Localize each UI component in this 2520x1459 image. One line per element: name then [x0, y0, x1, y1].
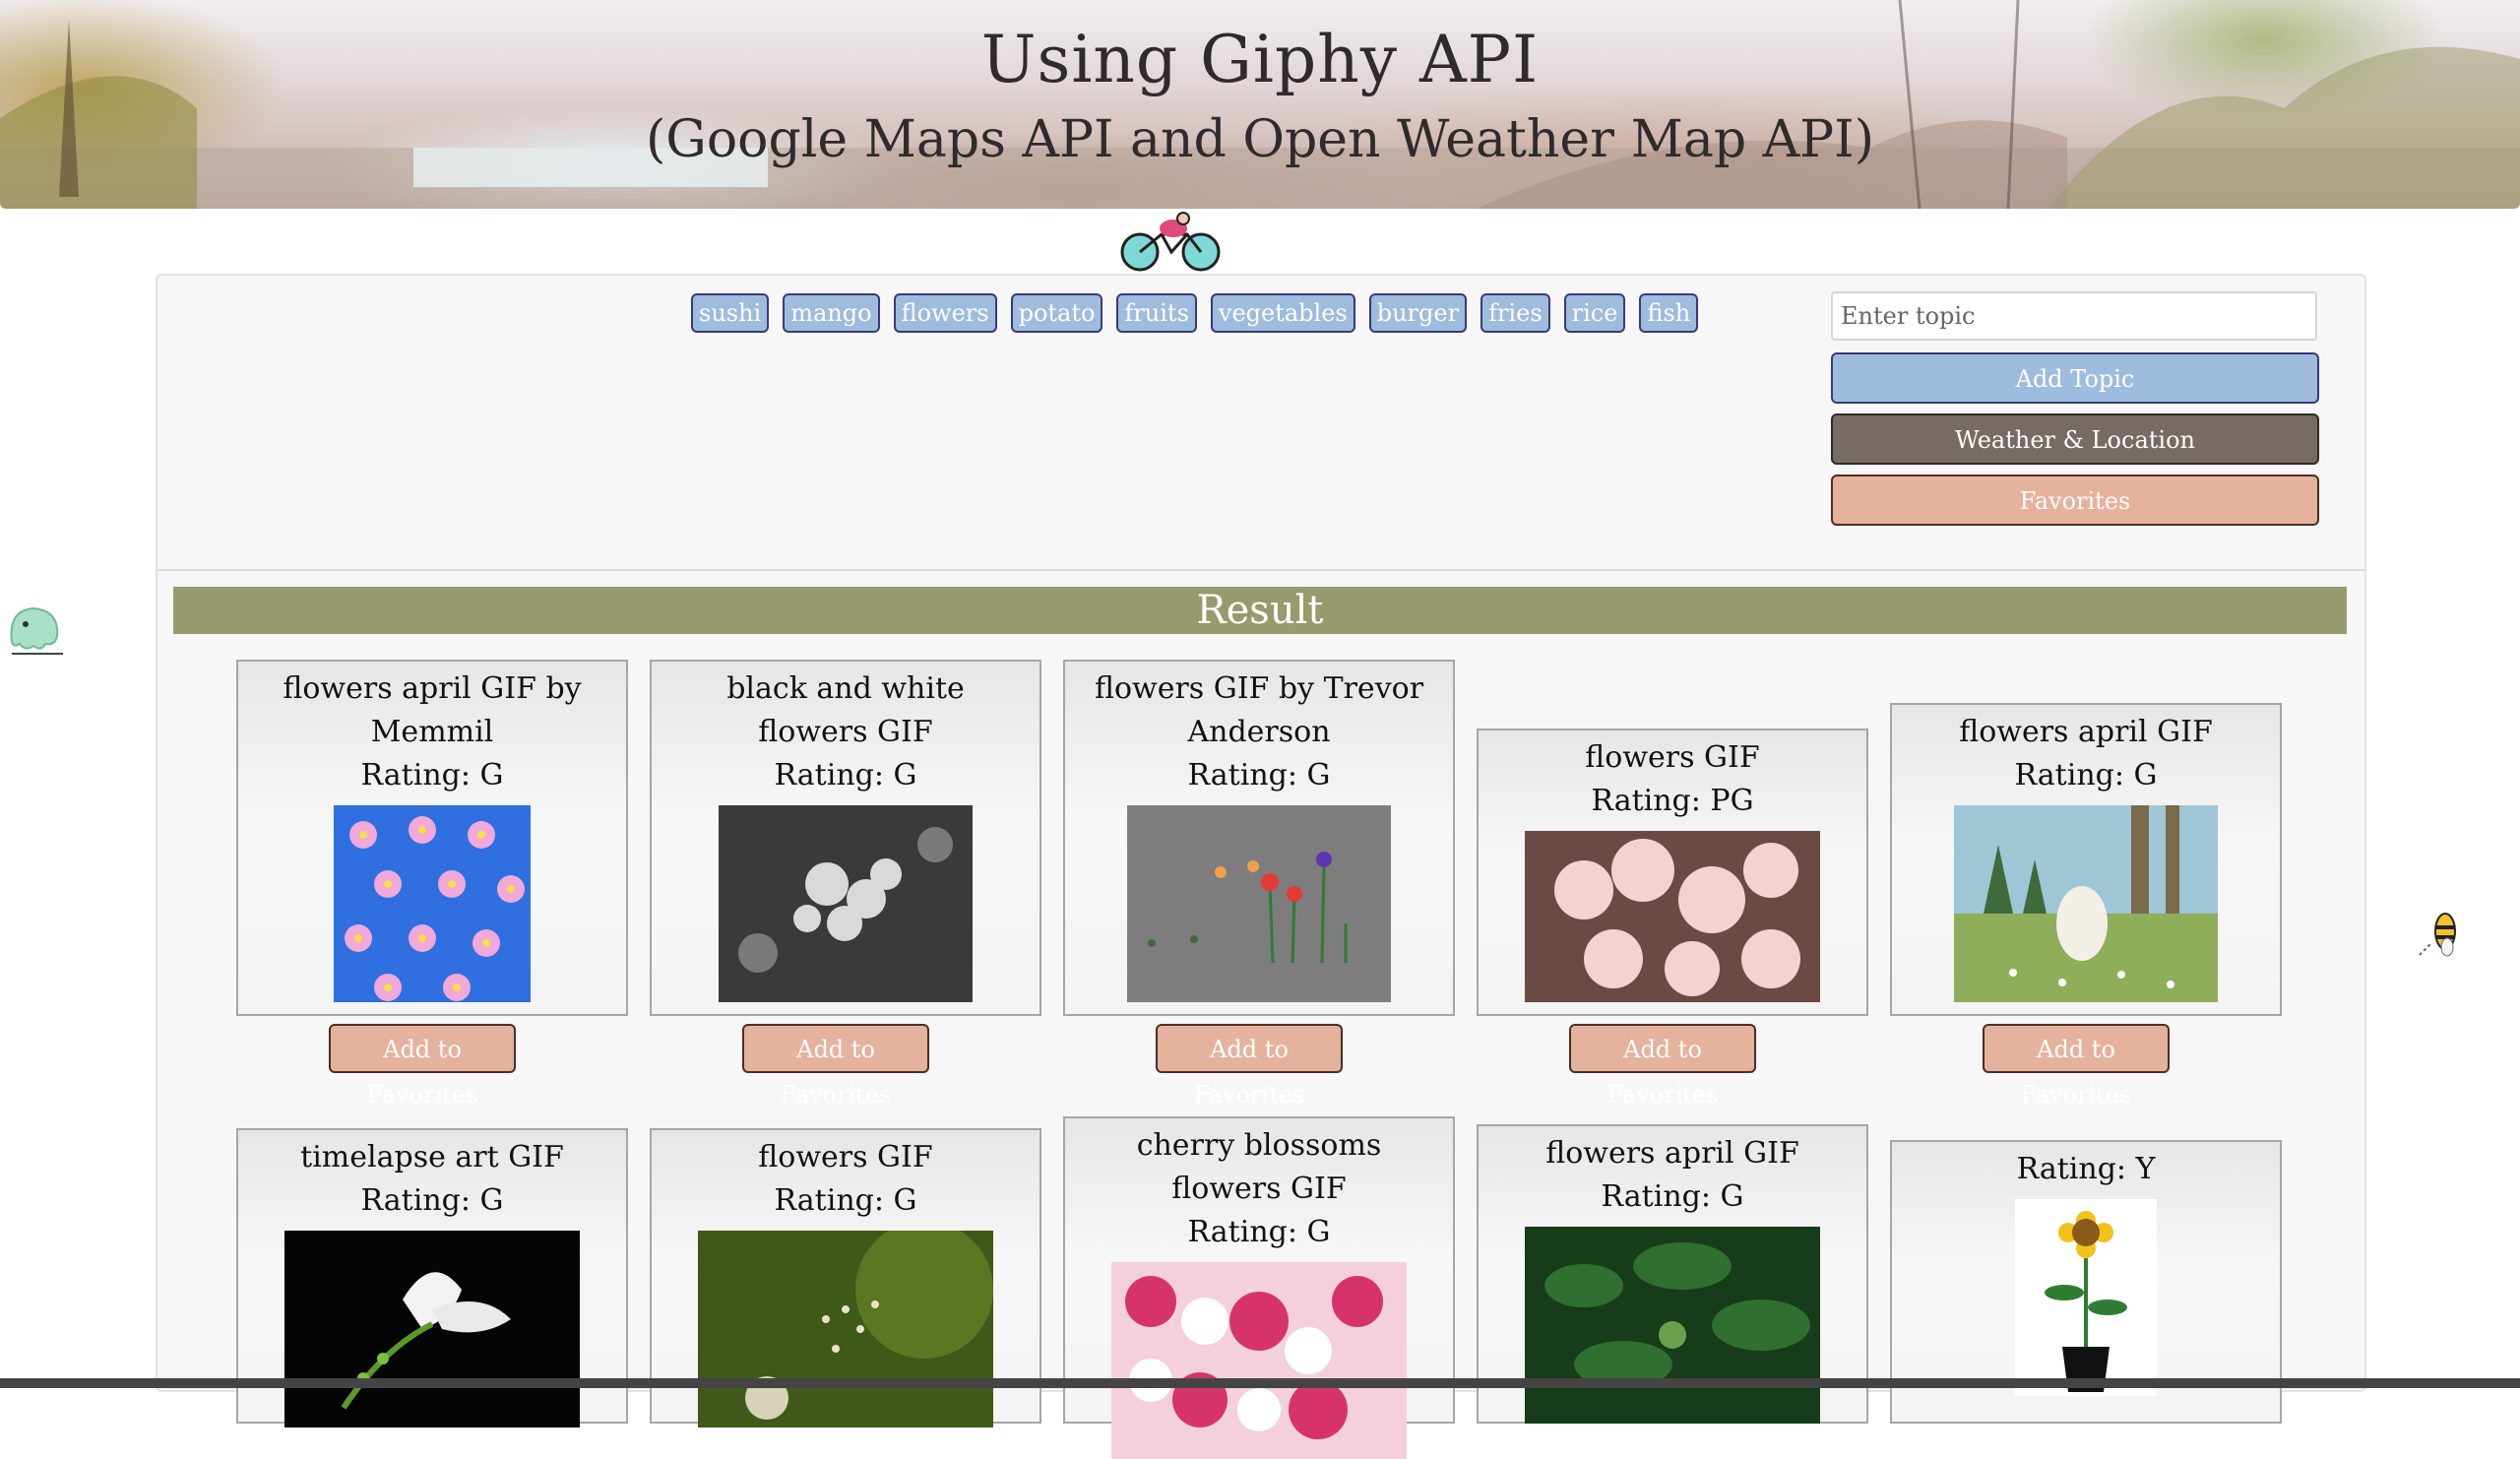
gif-title: flowers GIF by Trevor Anderson [1094, 671, 1424, 749]
gif-title: flowers GIF [1585, 740, 1760, 775]
topic-button-fries[interactable]: fries [1480, 293, 1550, 333]
topic-input[interactable] [1831, 291, 2317, 341]
topic-buttons: sushi mango flowers potato fruits vegeta… [691, 293, 1699, 333]
cyclist-icon [1120, 212, 1221, 272]
gif-image[interactable] [719, 805, 973, 1002]
topic-button-potato[interactable]: potato [1010, 293, 1103, 333]
topic-button-fruits[interactable]: fruits [1116, 293, 1197, 333]
page-title: Using Giphy API [980, 22, 1540, 97]
topic-button-burger[interactable]: burger [1368, 293, 1468, 333]
gif-rating: Rating: G [774, 1183, 917, 1218]
topic-button-vegetables[interactable]: vegetables [1210, 293, 1355, 333]
gif-title: timelapse art GIF [300, 1140, 564, 1174]
bottom-edge [0, 1378, 2520, 1388]
gif-image[interactable] [284, 1231, 580, 1427]
topic-button-sushi[interactable]: sushi [691, 293, 770, 333]
gif-image[interactable] [334, 805, 531, 1002]
topic-button-mango[interactable]: mango [783, 293, 880, 333]
gif-image[interactable] [1525, 1227, 1820, 1424]
gif-image[interactable] [1954, 805, 2218, 1002]
topic-button-fish[interactable]: fish [1639, 293, 1699, 333]
gif-rating: Rating: G [1187, 758, 1331, 793]
gif-card: flowers GIF by Trevor Anderson Rating: G [1063, 660, 1455, 1016]
header-banner: Using Giphy API (Google Maps API and Ope… [0, 0, 2520, 209]
gif-image[interactable] [698, 1231, 993, 1427]
gif-image[interactable] [1111, 1262, 1407, 1459]
result-heading: Result [173, 587, 2347, 634]
gif-rating: Rating: PG [1591, 784, 1754, 818]
add-to-favorites-button[interactable]: Add to Favorites [1156, 1024, 1343, 1109]
favorites-button[interactable]: Favorites [1831, 475, 2319, 526]
add-to-favorites-button[interactable]: Add to Favorites [1569, 1024, 1756, 1109]
gif-rating: Rating: G [360, 758, 504, 793]
gif-title: flowers april GIF [1959, 715, 2213, 749]
add-to-favorites-button[interactable]: Add to Favorites [742, 1024, 929, 1109]
page-subtitle: (Google Maps API and Open Weather Map AP… [646, 110, 1874, 169]
gif-title: flowers GIF [758, 1140, 933, 1174]
gif-rating: Rating: Y [2016, 1152, 2156, 1186]
gif-rating: Rating: G [1187, 1215, 1331, 1249]
gif-title: flowers april GIF by Memmil [283, 671, 582, 749]
gif-image[interactable] [1525, 831, 1820, 1002]
gif-image[interactable] [1127, 805, 1391, 1002]
gif-title: flowers april GIF [1545, 1136, 1799, 1171]
gif-title: black and white flowers GIF [726, 671, 965, 749]
divider [158, 569, 2364, 571]
add-topic-button[interactable]: Add Topic [1831, 352, 2319, 404]
gif-rating: Rating: G [2014, 758, 2158, 793]
gif-rating: Rating: G [774, 758, 917, 793]
topic-button-flowers[interactable]: flowers [893, 293, 997, 333]
add-to-favorites-button[interactable]: Add to Favorites [1983, 1024, 2170, 1109]
gif-card: flowers GIF Rating: PG [1477, 729, 1868, 1016]
gif-rating: Rating: G [360, 1183, 504, 1218]
gif-title: cherry blossoms flowers GIF [1136, 1128, 1382, 1206]
gif-card: black and white flowers GIF Rating: G [650, 660, 1041, 1016]
add-to-favorites-button[interactable]: Add to Favorites [329, 1024, 516, 1109]
bee-icon [2419, 913, 2456, 957]
topic-button-rice[interactable]: rice [1563, 293, 1626, 333]
ghost-creature-icon [10, 606, 63, 655]
gif-card: flowers april GIF Rating: G [1890, 703, 2282, 1016]
gif-rating: Rating: G [1601, 1179, 1744, 1214]
gif-image[interactable] [2015, 1199, 2157, 1396]
weather-location-button[interactable]: Weather & Location [1831, 413, 2319, 465]
gif-card: flowers april GIF by Memmil Rating: G [236, 660, 628, 1016]
main-panel: sushi mango flowers potato fruits vegeta… [156, 274, 2366, 1459]
